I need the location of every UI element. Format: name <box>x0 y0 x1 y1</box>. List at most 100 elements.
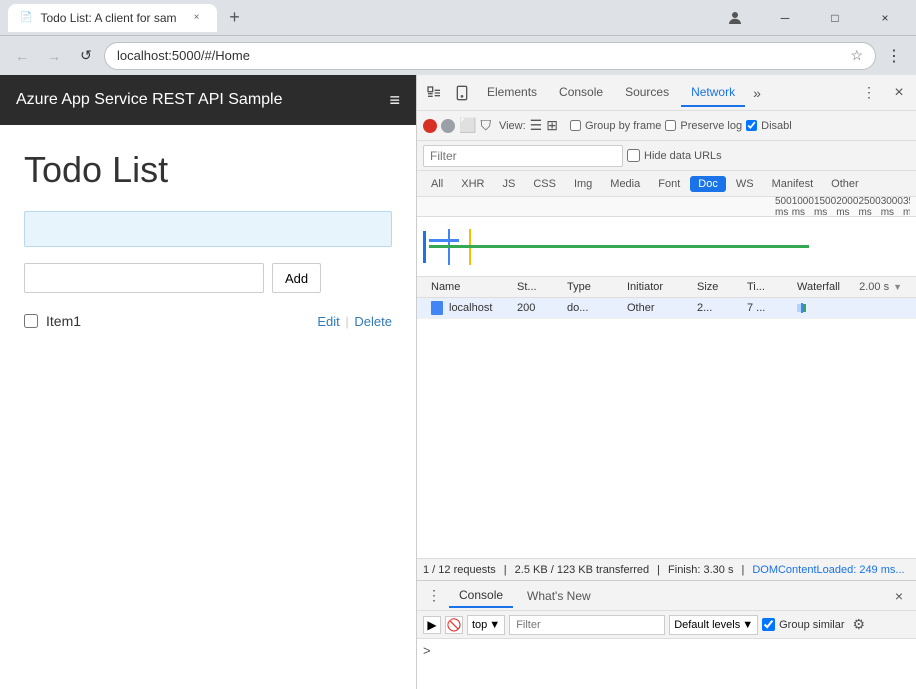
sort-arrow: ▼ <box>893 282 902 292</box>
devtools-header: Elements Console Sources Network » ⋮ × <box>417 75 916 111</box>
separator-2: | <box>657 564 660 576</box>
table-row[interactable]: localhost 200 do... Other 2... 7 ... <box>417 298 916 319</box>
group-by-frame-checkbox[interactable] <box>570 120 581 131</box>
disable-cache-checkbox[interactable] <box>746 120 757 131</box>
console-more-button[interactable]: ⋮ <box>423 585 445 607</box>
close-button[interactable]: × <box>862 4 908 32</box>
prompt-icon: > <box>423 643 431 658</box>
reload-button[interactable]: ↺ <box>72 42 100 70</box>
console-tab-whatsnew[interactable]: What's New <box>517 585 601 607</box>
timeline-mark-2000: 2000 ms <box>836 196 858 218</box>
tab-icon: 📄 <box>20 12 32 23</box>
webpage-navbar: Azure App Service REST API Sample ≡ <box>0 75 416 125</box>
address-text: localhost:5000/#/Home <box>117 48 844 63</box>
devtools-more-tabs[interactable]: » <box>747 81 767 105</box>
th-status[interactable]: St... <box>509 279 559 295</box>
clear-button[interactable] <box>441 119 455 133</box>
browser-tab[interactable]: 📄 Todo List: A client for sam × <box>8 4 217 32</box>
tab-console[interactable]: Console <box>549 79 613 107</box>
th-name[interactable]: Name <box>423 279 509 295</box>
device-icon-button[interactable] <box>449 80 475 106</box>
th-type[interactable]: Type <box>559 279 619 295</box>
timeline-mark-1000: 1000 ms <box>792 196 814 218</box>
filter-tab-css[interactable]: CSS <box>525 176 564 192</box>
delete-link[interactable]: Delete <box>354 314 392 329</box>
disable-cache-label[interactable]: Disabl <box>746 120 792 132</box>
group-by-frame-label[interactable]: Group by frame <box>570 120 661 132</box>
add-item-row: Add <box>24 263 392 293</box>
screenshot-button[interactable]: ⬜ <box>459 117 476 134</box>
filter-tab-other[interactable]: Other <box>823 176 867 192</box>
minimize-button[interactable]: ─ <box>762 4 808 32</box>
th-waterfall[interactable]: Waterfall 2.00 s ▼ <box>789 279 910 295</box>
timeline-mark-1500: 1500 ms <box>814 196 836 218</box>
list-view-icon[interactable]: ☰ <box>530 117 543 134</box>
filter-tab-all[interactable]: All <box>423 176 451 192</box>
filter-tab-xhr[interactable]: XHR <box>453 176 492 192</box>
tab-network[interactable]: Network <box>681 79 745 107</box>
devtools-settings-button[interactable]: ⋮ <box>856 80 882 106</box>
file-icon <box>431 301 443 315</box>
filter-tab-font[interactable]: Font <box>650 176 688 192</box>
transfer-size: 2.5 KB / 123 KB transferred <box>515 564 650 576</box>
timeline-mark-3500: 3500 ms <box>903 196 910 218</box>
dom-content-loaded-link[interactable]: DOMContentLoaded: 249 ms... <box>752 564 904 576</box>
hide-data-urls-checkbox[interactable] <box>627 149 640 162</box>
window-controls: ─ □ × <box>712 4 908 32</box>
new-tab-button[interactable]: + <box>221 4 249 32</box>
preserve-log-checkbox[interactable] <box>665 120 676 131</box>
group-similar-label[interactable]: Group similar <box>762 618 844 631</box>
network-table-header: Name St... Type Initiator Size Ti... Wat… <box>417 277 916 298</box>
record-button[interactable] <box>423 119 437 133</box>
chrome-window: 📄 Todo List: A client for sam × + ─ □ × … <box>0 0 916 689</box>
console-context-select[interactable]: top ▼ <box>467 615 505 635</box>
preserve-log-label[interactable]: Preserve log <box>665 120 742 132</box>
network-table: localhost 200 do... Other 2... 7 ... <box>417 298 916 558</box>
tab-close-button[interactable]: × <box>189 10 205 26</box>
th-size[interactable]: Size <box>689 279 739 295</box>
filter-button[interactable]: ⛉ <box>480 117 491 134</box>
add-button[interactable]: Add <box>272 263 321 293</box>
network-filter-input[interactable] <box>423 145 623 167</box>
td-status: 200 <box>509 301 559 315</box>
filter-tab-img[interactable]: Img <box>566 176 600 192</box>
menu-button[interactable]: ⋮ <box>880 42 908 70</box>
page-title: Todo List <box>24 149 392 191</box>
todo-checkbox[interactable] <box>24 314 38 328</box>
console-prompt[interactable]: > <box>423 643 910 658</box>
th-initiator[interactable]: Initiator <box>619 279 689 295</box>
console-close-button[interactable]: × <box>888 585 910 607</box>
forward-button[interactable]: → <box>40 42 68 70</box>
tab-sources[interactable]: Sources <box>615 79 679 107</box>
console-stop-button[interactable]: 🚫 <box>445 616 463 634</box>
back-button[interactable]: ← <box>8 42 36 70</box>
filter-tab-ws[interactable]: WS <box>728 176 762 192</box>
console-execute-button[interactable]: ▶ <box>423 616 441 634</box>
devtools-close-button[interactable]: × <box>886 80 912 106</box>
inspect-icon-button[interactable] <box>421 80 447 106</box>
filter-tab-manifest[interactable]: Manifest <box>764 176 822 192</box>
address-bar[interactable]: localhost:5000/#/Home ☆ <box>104 42 876 70</box>
action-separator: | <box>345 314 348 329</box>
console-level-select[interactable]: Default levels ▼ <box>669 615 758 635</box>
filter-tab-js[interactable]: JS <box>494 176 523 192</box>
console-settings-button[interactable]: ⚙ <box>853 616 866 633</box>
banner <box>24 211 392 247</box>
profile-button[interactable] <box>712 4 758 32</box>
timeline-mark-2500: 2500 ms <box>858 196 880 218</box>
maximize-button[interactable]: □ <box>812 4 858 32</box>
th-time[interactable]: Ti... <box>739 279 789 295</box>
console-filter-input[interactable] <box>509 615 665 635</box>
todo-input[interactable] <box>24 263 264 293</box>
edit-link[interactable]: Edit <box>317 314 339 329</box>
group-similar-checkbox[interactable] <box>762 618 775 631</box>
filter-tab-doc[interactable]: Doc <box>690 176 726 192</box>
hamburger-menu[interactable]: ≡ <box>389 90 400 111</box>
hide-data-urls-label[interactable]: Hide data URLs <box>627 149 722 162</box>
grid-view-icon[interactable]: ⊞ <box>546 117 558 134</box>
filter-tab-media[interactable]: Media <box>602 176 648 192</box>
console-tab-console[interactable]: Console <box>449 584 513 608</box>
tab-elements[interactable]: Elements <box>477 79 547 107</box>
td-name: localhost <box>423 300 509 316</box>
bookmark-button[interactable]: ☆ <box>850 47 863 64</box>
